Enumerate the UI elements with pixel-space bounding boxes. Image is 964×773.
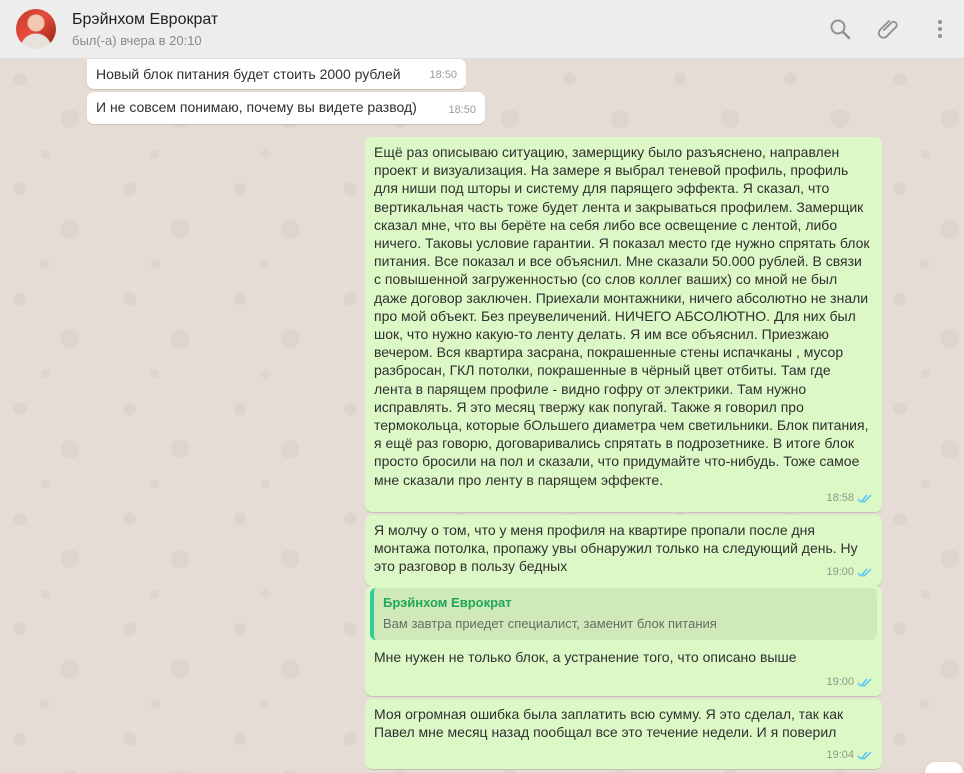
- message-bubble[interactable]: Ещё раз описываю ситуацию, замерщику был…: [365, 137, 882, 512]
- double-check-icon: [857, 676, 873, 688]
- message-meta: 18:58: [826, 489, 873, 507]
- chat-header: Брэйнхом Еврократ был(-а) вчера в 20:10: [0, 0, 964, 59]
- message-meta: 18:50: [429, 66, 457, 84]
- contact-name[interactable]: Брэйнхом Еврократ: [72, 11, 218, 29]
- message-meta: 18:50: [448, 101, 476, 119]
- message-text: Я молчу о том, что у меня профиля на ква…: [374, 522, 862, 575]
- quote-author: Брэйнхом Еврократ: [383, 595, 512, 610]
- message-time: 19:00: [826, 675, 854, 688]
- quote-text: Вам завтра приедет специалист, заменит б…: [383, 616, 717, 631]
- attach-icon[interactable]: [877, 17, 901, 41]
- message-bubble[interactable]: Брэйнхом Еврократ Вам завтра приедет спе…: [365, 586, 882, 696]
- message-meta: 19:04: [826, 746, 873, 764]
- message-bubble[interactable]: Новый блок питания будет стоить 2000 руб…: [87, 59, 466, 89]
- message-text: Моя огромная ошибка была заплатить всю с…: [374, 706, 848, 741]
- message-meta: 19:00: [826, 673, 873, 691]
- message-time: 18:50: [448, 103, 476, 116]
- message-time: 19:04: [826, 748, 854, 761]
- chat-panel[interactable]: Новый блок питания будет стоить 2000 руб…: [0, 59, 964, 773]
- message-text: Мне нужен не только блок, а устранение т…: [374, 649, 797, 665]
- message-time: 18:58: [826, 491, 854, 504]
- double-check-icon: [857, 492, 873, 504]
- menu-icon[interactable]: [928, 17, 952, 41]
- message-meta: 19:00: [826, 563, 873, 581]
- contact-avatar[interactable]: [16, 9, 56, 49]
- message-time: 19:00: [826, 565, 854, 578]
- message-time: 18:50: [429, 68, 457, 81]
- message-bubble[interactable]: Моя огромная ошибка была заплатить всю с…: [365, 699, 882, 769]
- double-check-icon: [857, 566, 873, 578]
- quoted-message[interactable]: Брэйнхом Еврократ Вам завтра приедет спе…: [370, 588, 877, 640]
- message-bubble[interactable]: И не совсем понимаю, почему вы видете ра…: [87, 92, 485, 124]
- search-icon[interactable]: [828, 17, 852, 41]
- message-text: Ещё раз описываю ситуацию, замерщику был…: [374, 144, 874, 488]
- message-text: И не совсем понимаю, почему вы видете ра…: [96, 99, 417, 115]
- message-bubble[interactable]: Я молчу о том, что у меня профиля на ква…: [365, 515, 882, 586]
- scroll-down-button[interactable]: [925, 762, 963, 773]
- double-check-icon: [857, 749, 873, 761]
- message-text: Новый блок питания будет стоить 2000 руб…: [96, 66, 401, 82]
- contact-status: был(-а) вчера в 20:10: [72, 33, 202, 48]
